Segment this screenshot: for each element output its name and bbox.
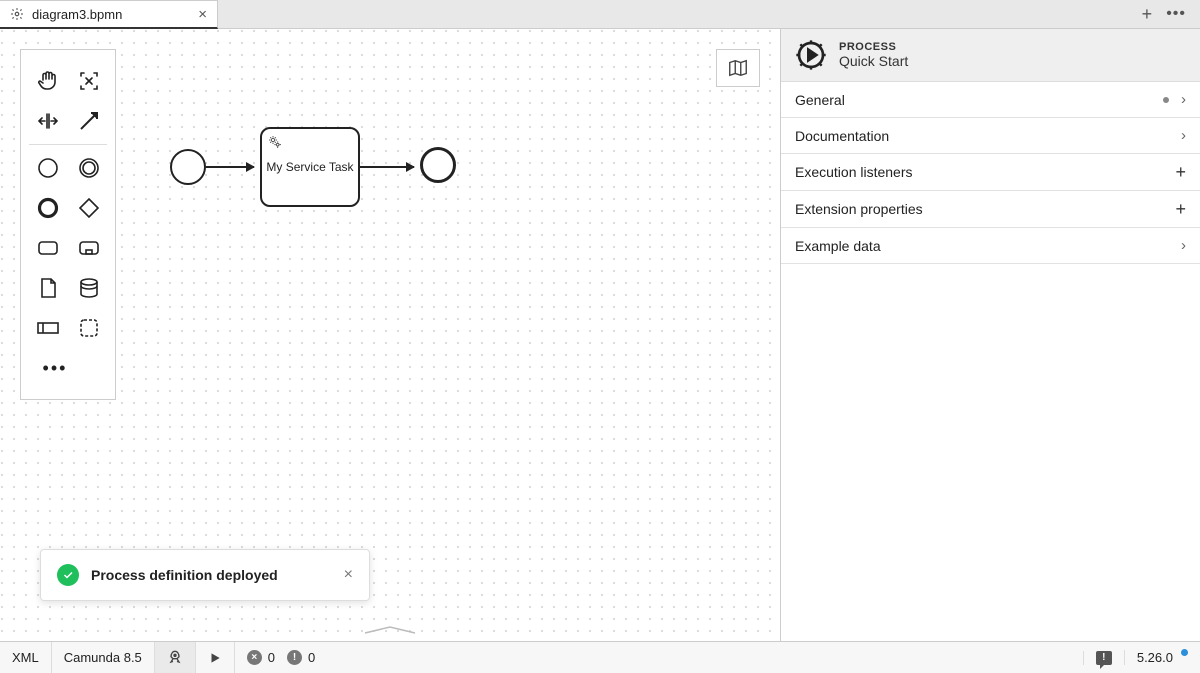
notification-message: Process definition deployed (91, 567, 278, 583)
service-task-icon (267, 134, 283, 150)
feedback-button[interactable]: ! (1083, 651, 1124, 665)
gateway-tool[interactable] (71, 190, 107, 226)
sequence-flow[interactable] (206, 166, 254, 168)
tab-bar: diagram3.bpmn × + ••• (0, 0, 1200, 29)
end-event[interactable] (420, 147, 456, 183)
add-icon[interactable]: + (1175, 163, 1186, 181)
section-documentation[interactable]: Documentation › (781, 118, 1200, 154)
tab-menu-button[interactable]: ••• (1166, 5, 1186, 23)
hand-tool[interactable] (30, 63, 66, 99)
run-button[interactable] (196, 642, 235, 673)
section-general[interactable]: General › (781, 82, 1200, 118)
sequence-flow[interactable] (360, 166, 414, 168)
platform-label[interactable]: Camunda 8.5 (52, 642, 155, 673)
canvas[interactable]: ••• My Service Task (0, 29, 780, 641)
properties-header: PROCESS Quick Start (781, 29, 1200, 82)
properties-panel: PROCESS Quick Start General › Documentat… (780, 29, 1200, 641)
participant-tool[interactable] (30, 310, 66, 346)
task-tool[interactable] (30, 230, 66, 266)
new-tab-button[interactable]: + (1142, 4, 1153, 25)
minimap-toggle[interactable] (716, 49, 760, 87)
modified-indicator-icon (1163, 97, 1169, 103)
problems-indicator[interactable]: × 0 ! 0 (235, 642, 327, 673)
chevron-right-icon: › (1181, 237, 1186, 254)
gear-icon (10, 7, 24, 21)
rocket-icon (167, 650, 183, 666)
properties-name-value: Quick Start (839, 53, 908, 69)
intermediate-event-tool[interactable] (71, 150, 107, 186)
add-icon[interactable]: + (1175, 200, 1186, 218)
properties-type-label: PROCESS (839, 41, 908, 53)
more-tools[interactable]: ••• (35, 350, 71, 386)
end-event-tool[interactable] (30, 190, 66, 226)
chevron-right-icon: › (1181, 91, 1186, 108)
space-tool[interactable] (30, 103, 66, 139)
deploy-button[interactable] (155, 642, 196, 673)
start-event-tool[interactable] (30, 150, 66, 186)
connect-tool[interactable] (71, 103, 107, 139)
success-icon (57, 564, 79, 586)
feedback-icon: ! (1096, 651, 1112, 665)
xml-toggle[interactable]: XML (0, 642, 52, 673)
error-icon: × (247, 650, 262, 665)
lasso-tool[interactable] (71, 63, 107, 99)
data-store-tool[interactable] (71, 270, 107, 306)
subprocess-tool[interactable] (71, 230, 107, 266)
section-example-data[interactable]: Example data › (781, 228, 1200, 264)
data-object-tool[interactable] (30, 270, 66, 306)
status-bar: XML Camunda 8.5 × 0 ! 0 ! 5.26.0 (0, 641, 1200, 673)
tab-title: diagram3.bpmn (32, 7, 122, 22)
section-execution-listeners[interactable]: Execution listeners + (781, 154, 1200, 191)
service-task[interactable]: My Service Task (260, 127, 360, 207)
task-label: My Service Task (266, 160, 353, 174)
panel-resize-handle[interactable] (360, 625, 420, 638)
play-icon (208, 651, 222, 665)
tool-palette: ••• (20, 49, 116, 400)
chevron-right-icon: › (1181, 127, 1186, 144)
warning-icon: ! (287, 650, 302, 665)
notification-close[interactable]: × (344, 566, 353, 584)
group-tool[interactable] (71, 310, 107, 346)
notification-toast: Process definition deployed × (40, 549, 370, 601)
start-event[interactable] (170, 149, 206, 185)
process-icon (795, 39, 827, 71)
section-extension-properties[interactable]: Extension properties + (781, 191, 1200, 228)
update-indicator-icon (1181, 649, 1188, 656)
active-tab[interactable]: diagram3.bpmn × (0, 0, 218, 29)
tab-close-icon[interactable]: × (198, 7, 207, 22)
version-label[interactable]: 5.26.0 (1124, 650, 1200, 665)
